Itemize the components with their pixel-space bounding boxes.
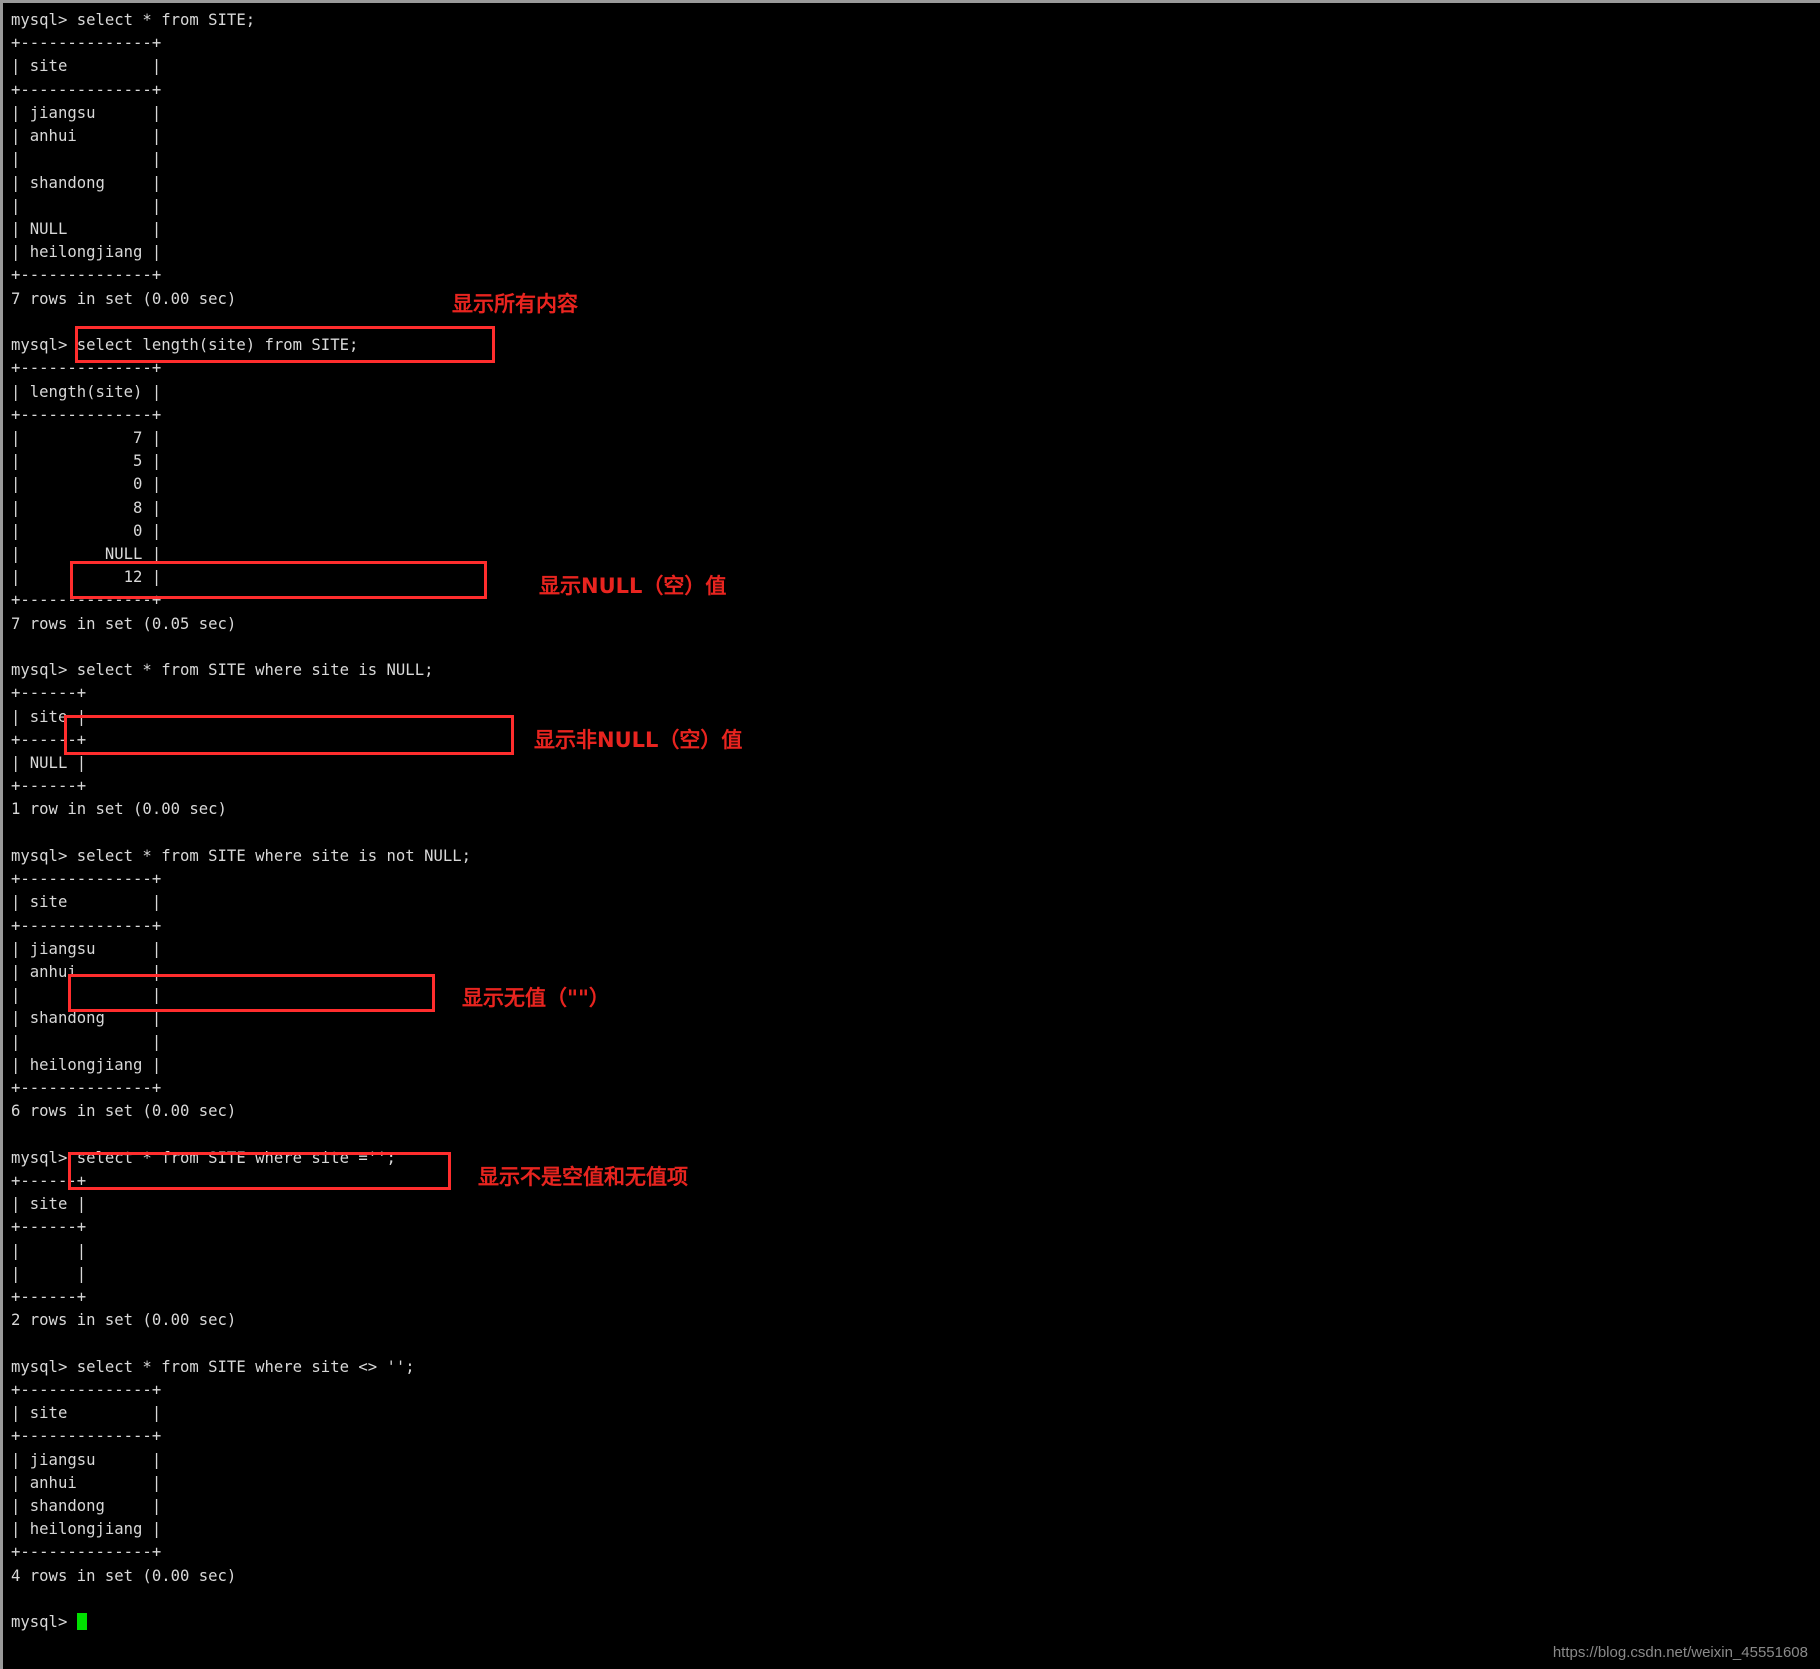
terminal-line: | site |	[11, 1195, 87, 1214]
terminal-line: +--------------+	[11, 1543, 162, 1562]
terminal-line: 1 row in set (0.00 sec)	[11, 800, 227, 819]
terminal-line: mysql> select * from SITE where site <> …	[11, 1357, 415, 1376]
terminal-line: | 7 |	[11, 428, 162, 447]
terminal-line: | 12 |	[11, 568, 162, 587]
terminal-line: | site |	[11, 707, 87, 726]
terminal-line: | |	[11, 150, 162, 169]
terminal-line: | jiangsu |	[11, 939, 162, 958]
terminal-line: | 0 |	[11, 521, 162, 540]
terminal-line: 7 rows in set (0.00 sec)	[11, 289, 237, 308]
terminal-output: mysql> select * from SITE; +-------------…	[11, 9, 1820, 1634]
terminal-line: mysql> select * from SITE where site is …	[11, 661, 434, 680]
annotation-show-not-null: 显示非NULL（空）值	[534, 728, 743, 752]
terminal-line: +--------------+	[11, 405, 162, 424]
terminal-line: | anhui |	[11, 127, 162, 146]
terminal-line: +------+	[11, 777, 87, 796]
terminal-line: | shandong |	[11, 1497, 162, 1515]
terminal-line: | jiangsu |	[11, 1450, 162, 1469]
terminal-line: | heilongjiang |	[11, 1055, 162, 1074]
prompt-label: mysql>	[11, 1613, 77, 1632]
annotation-show-all: 显示所有内容	[452, 292, 578, 316]
terminal-line: | site |	[11, 57, 162, 76]
terminal-line: +------+	[11, 730, 87, 749]
terminal-line: | |	[11, 196, 162, 215]
terminal-line: +--------------+	[11, 1427, 162, 1446]
terminal-line: +--------------+	[11, 34, 162, 53]
terminal-line: mysql> select * from SITE where site =''…	[11, 1148, 396, 1167]
watermark-url: https://blog.csdn.net/weixin_45551608	[1552, 1644, 1808, 1661]
terminal-line: | anhui |	[11, 1473, 162, 1492]
terminal-line: mysql> select length(site) from SITE;	[11, 336, 359, 355]
terminal-line: | heilongjiang |	[11, 1520, 162, 1539]
terminal-window[interactable]: mysql> select * from SITE; +-------------…	[0, 0, 1820, 1669]
terminal-line: +------+	[11, 1288, 87, 1307]
terminal-line: +--------------+	[11, 359, 162, 378]
terminal-line: 7 rows in set (0.05 sec)	[11, 614, 237, 633]
terminal-line: +------+	[11, 1171, 87, 1190]
terminal-line: | shandong |	[11, 1009, 162, 1028]
terminal-line: | shandong |	[11, 173, 162, 192]
terminal-line: | |	[11, 986, 162, 1005]
terminal-line: +--------------+	[11, 916, 162, 935]
annotation-show-empty: 显示无值（""）	[462, 986, 610, 1010]
terminal-line: | site |	[11, 893, 162, 912]
terminal-prompt-line[interactable]: mysql>	[11, 1611, 1820, 1634]
terminal-line: | length(site) |	[11, 382, 162, 401]
terminal-line: 2 rows in set (0.00 sec)	[11, 1311, 237, 1330]
terminal-line: | NULL |	[11, 545, 162, 564]
terminal-line: +--------------+	[11, 80, 162, 99]
terminal-line: | jiangsu |	[11, 103, 162, 122]
annotation-show-non-empty: 显示不是空值和无值项	[478, 1165, 688, 1189]
terminal-line: mysql> select * from SITE where site is …	[11, 846, 472, 865]
terminal-line: | anhui |	[11, 962, 162, 981]
annotation-show-null: 显示NULL（空）值	[539, 574, 727, 598]
terminal-line: | |	[11, 1264, 87, 1283]
text-cursor	[76, 1613, 87, 1631]
terminal-line: +--------------+	[11, 591, 162, 610]
terminal-line: 6 rows in set (0.00 sec)	[11, 1102, 237, 1121]
terminal-line: +--------------+	[11, 870, 162, 889]
terminal-line: | 5 |	[11, 452, 162, 471]
terminal-line: +--------------+	[11, 1079, 162, 1098]
terminal-line: +------+	[11, 1218, 87, 1237]
terminal-line: 4 rows in set (0.00 sec)	[11, 1566, 237, 1585]
terminal-line: | |	[11, 1032, 162, 1051]
terminal-line: +------+	[11, 684, 87, 703]
terminal-line: | site |	[11, 1404, 162, 1423]
terminal-line: | heilongjiang |	[11, 243, 162, 262]
terminal-line: | |	[11, 1241, 87, 1260]
terminal-line: | NULL |	[11, 754, 87, 772]
terminal-line: | 8 |	[11, 498, 162, 517]
terminal-line: +--------------+	[11, 266, 162, 285]
terminal-line: | 0 |	[11, 475, 162, 494]
terminal-line: +--------------+	[11, 1380, 162, 1399]
terminal-line: mysql> select * from SITE;	[11, 11, 256, 29]
terminal-line: | NULL |	[11, 219, 162, 238]
